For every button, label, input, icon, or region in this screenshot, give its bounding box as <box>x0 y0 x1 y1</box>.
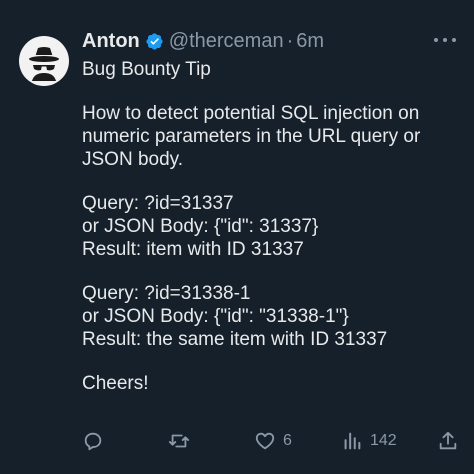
tweet-line: or JSON Body: {"id": 31337} <box>82 216 319 237</box>
tweet-line: Result: item with ID 31337 <box>82 239 304 260</box>
like-count: 6 <box>283 432 292 449</box>
heart-icon <box>255 432 275 450</box>
tweet-line: Cheers! <box>82 373 149 394</box>
views-count: 142 <box>370 432 397 449</box>
tweet-line: JSON body. <box>82 149 184 170</box>
action-bar: 6 142 <box>0 428 474 454</box>
tweet-line: Bug Bounty Tip <box>82 59 211 80</box>
tweet-line: numeric parameters in the URL query or <box>82 126 421 147</box>
reply-button[interactable] <box>82 428 111 454</box>
more-options-icon[interactable] <box>434 32 456 48</box>
hacker-hat-sunglasses-icon <box>29 47 59 81</box>
verified-badge-icon <box>145 32 164 51</box>
tweet-line: or JSON Body: {"id": "31338-1"} <box>82 306 349 327</box>
views-chart-icon <box>344 432 361 450</box>
author-name[interactable]: Anton <box>82 30 140 53</box>
tweet-header: Anton @therceman · 6m <box>82 29 324 53</box>
separator-dot: · <box>286 29 294 52</box>
retweet-button[interactable] <box>168 428 197 454</box>
retweet-icon <box>168 434 190 448</box>
share-button[interactable] <box>437 428 459 454</box>
avatar[interactable] <box>19 36 69 86</box>
tweet-line: Result: the same item with ID 31337 <box>82 329 388 350</box>
share-icon <box>439 431 457 450</box>
tweet-line: Query: ?id=31337 <box>82 193 234 214</box>
tweet-text: Bug Bounty Tip How to detect potential S… <box>82 58 462 395</box>
reply-icon <box>84 432 102 451</box>
like-button[interactable]: 6 <box>254 428 292 454</box>
tweet-timestamp[interactable]: 6m <box>296 30 324 53</box>
tweet-line: How to detect potential SQL injection on <box>82 103 420 124</box>
author-handle[interactable]: @therceman <box>169 30 284 53</box>
tweet: Anton @therceman · 6m Bug Bounty Tip How… <box>0 0 474 474</box>
views-button[interactable]: 142 <box>341 428 397 454</box>
tweet-line: Query: ?id=31338-1 <box>82 283 251 304</box>
